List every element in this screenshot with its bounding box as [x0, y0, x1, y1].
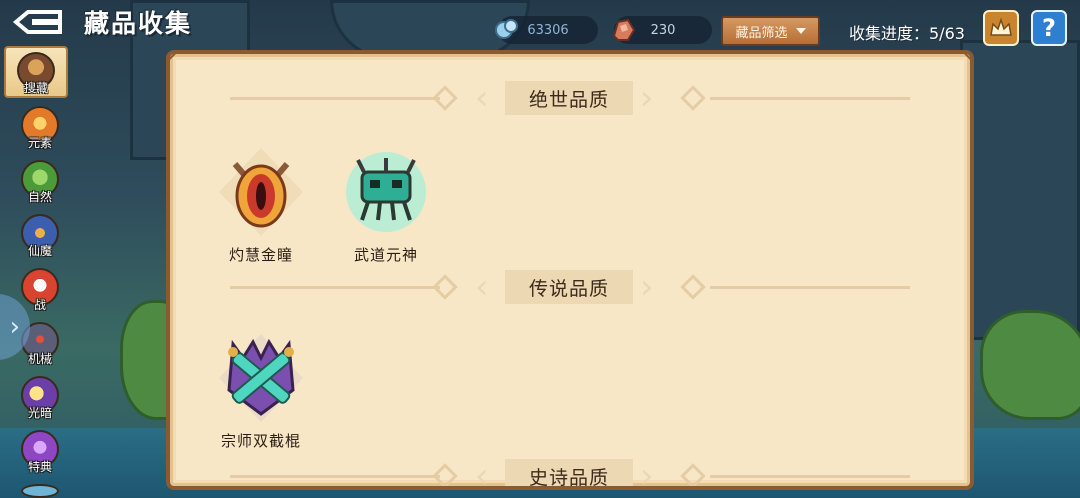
sidebar-item-light-dark[interactable]: 光暗 — [12, 372, 68, 424]
sidebar-item-element[interactable]: 元素 — [12, 102, 68, 154]
filter-label: 藏品筛选 — [735, 25, 788, 41]
more-category-icon — [21, 484, 59, 498]
help-button[interactable]: ? — [1031, 10, 1067, 46]
sidebar-item-nature[interactable]: 自然 — [12, 156, 68, 208]
ore-currency: 230 — [612, 16, 712, 44]
sidebar-item-special[interactable]: 特典 — [12, 426, 68, 478]
collection-item[interactable]: 宗师双截棍 — [206, 330, 316, 460]
collection-item[interactable]: 武道元神 — [331, 144, 441, 274]
category-sidebar: 搜藏 元素 自然 仙魔 战 机械 光暗 特典 › — [0, 44, 70, 498]
jade-spirit-icon — [346, 152, 426, 232]
ore-crystal-icon — [612, 18, 636, 41]
section-header-peerless: ‹ 绝世品质 › — [170, 78, 970, 118]
section-title: 绝世品质 — [505, 81, 633, 115]
collection-item[interactable]: 灼慧金瞳 — [206, 144, 316, 274]
sidebar-item-more[interactable] — [12, 480, 68, 498]
section-header-epic: ‹ 史诗品质 › — [170, 456, 970, 486]
collection-reward-button[interactable] — [983, 10, 1019, 46]
collection-progress: 收集进度：5/63 — [849, 24, 965, 43]
gem-currency: 63306 — [495, 16, 598, 44]
chevron-right-icon: › — [9, 312, 20, 342]
panel-corner-ornament — [170, 54, 178, 62]
section-title: 史诗品质 — [505, 459, 633, 486]
lotus-crown-icon — [990, 17, 1012, 36]
golden-eye-icon — [219, 148, 303, 236]
section-header-legendary: ‹ 传说品质 › — [170, 267, 970, 307]
collection-filter-dropdown[interactable]: 藏品筛选 — [721, 16, 820, 46]
gem-cluster-icon — [495, 19, 518, 39]
sidebar-item-collection[interactable]: 搜藏 — [4, 46, 68, 98]
collection-panel: ‹ 绝世品质 › 灼慧金瞳 武道元神 ‹ 传说品质 › 宗师双截棍 ‹ 史诗品质… — [166, 50, 974, 490]
page-title: 藏品收集 — [84, 9, 193, 38]
chevron-down-icon — [795, 28, 806, 34]
crossed-nunchaku-icon — [219, 334, 303, 422]
back-arrow-icon[interactable] — [10, 8, 64, 36]
sidebar-item-immortal-demon[interactable]: 仙魔 — [12, 210, 68, 262]
section-title: 传说品质 — [505, 270, 633, 304]
